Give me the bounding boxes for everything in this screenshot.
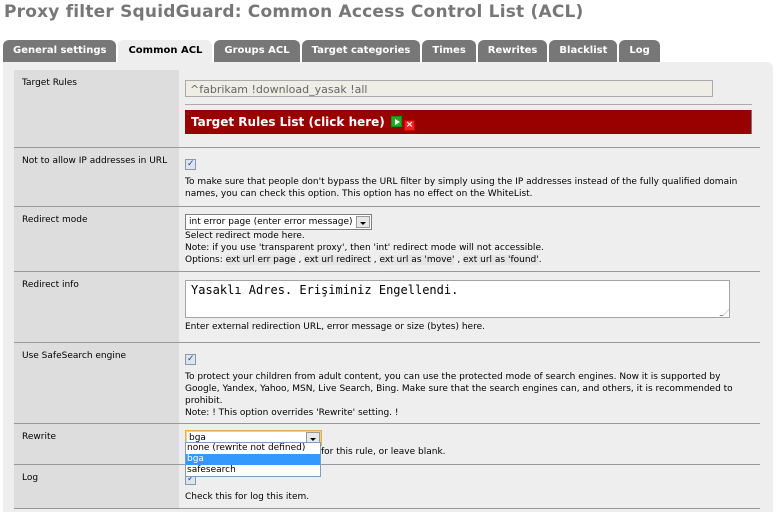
option-ext-url-move: ext url as 'move' (379, 255, 455, 265)
page-title: Proxy filter SquidGuard: Common Access C… (4, 2, 584, 22)
rewrite-label: Rewrite (14, 424, 179, 464)
tab-target-categories[interactable]: Target categories (301, 40, 421, 62)
safesearch-note: Note: ! This option overrides 'Rewrite' … (185, 408, 399, 418)
tab-blacklist[interactable]: Blacklist (549, 40, 618, 62)
rewrite-option-highlighted[interactable]: bga (186, 454, 320, 465)
option-ext-url-err-page: ext url err page (225, 255, 296, 265)
tab-bar: General settings Common ACL Groups ACL T… (3, 40, 662, 62)
rewrite-dropdown-list: none (rewrite not defined) bga safesearc… (185, 442, 321, 477)
row-rewrite: Rewrite bga for this rule, or leave blan… (14, 424, 760, 477)
tab-log[interactable]: Log (619, 40, 660, 62)
redirect-mode-select[interactable]: int error page (enter error message) (185, 214, 372, 230)
options-prefix: Options: (185, 255, 226, 265)
rewrite-option[interactable]: safesearch (186, 465, 320, 476)
row-safesearch: Use SafeSearch engine To protect your ch… (14, 343, 760, 424)
redirect-mode-help-3: Options: ext url err page , ext url redi… (185, 254, 754, 266)
tab-general-settings[interactable]: General settings (3, 40, 117, 62)
redirect-mode-value: int error page (enter error message) (189, 217, 353, 227)
no-ip-label: Not to allow IP addresses in URL (14, 148, 179, 206)
redirect-info-textarea[interactable]: Yasaklı Adres. Erişiminiz Engellendi. (185, 280, 730, 318)
row-target-rules: Target Rules ^fabrikam !download_yasak !… (14, 70, 760, 148)
safesearch-help: To protect your children from adult cont… (185, 372, 733, 406)
redirect-mode-label: Redirect mode (14, 207, 179, 271)
log-help: Check this for log this item. (185, 492, 310, 502)
tab-groups-acl[interactable]: Groups ACL (214, 40, 300, 62)
sep: , (454, 255, 464, 265)
row-no-ip: Not to allow IP addresses in URL To make… (14, 148, 760, 207)
target-rules-input[interactable]: ^fabrikam !download_yasak !all (185, 80, 713, 97)
row-redirect-mode: Redirect mode int error page (enter erro… (14, 207, 760, 272)
red-x-icon[interactable]: × (403, 120, 415, 131)
tab-common-acl[interactable]: Common ACL (118, 40, 213, 62)
tab-rewrites[interactable]: Rewrites (477, 40, 548, 62)
redirect-mode-help-2: Note: if you use 'transparent proxy', th… (185, 243, 544, 253)
target-rules-list-label: Target Rules List (click here) (191, 115, 385, 129)
period: . (538, 255, 542, 265)
log-label: Log (14, 465, 179, 508)
target-rules-list-button[interactable]: Target Rules List (click here) × (185, 110, 752, 134)
option-ext-url-found: ext url as 'found' (463, 255, 539, 265)
safesearch-checkbox[interactable] (185, 353, 196, 365)
divider (185, 104, 752, 105)
tab-times[interactable]: Times (422, 40, 476, 62)
no-ip-checkbox[interactable] (185, 158, 196, 170)
row-redirect-info: Redirect info Yasaklı Adres. Erişiminiz … (14, 272, 760, 343)
row-log: Log Check this for log this item. (14, 465, 760, 509)
rewrite-option[interactable]: none (rewrite not defined) (186, 443, 320, 454)
redirect-info-help: Enter external redirection URL, error me… (185, 322, 485, 332)
green-play-icon[interactable] (390, 116, 402, 127)
safesearch-label: Use SafeSearch engine (14, 343, 179, 423)
redirect-mode-help-1: Select redirect mode here. (185, 231, 305, 241)
sep: , (295, 255, 305, 265)
acl-form: Target Rules ^fabrikam !download_yasak !… (14, 70, 760, 509)
redirect-info-label: Redirect info (14, 272, 179, 342)
option-ext-url-redirect: ext url redirect (304, 255, 371, 265)
chevron-down-icon[interactable] (355, 216, 370, 228)
target-rules-label: Target Rules (14, 70, 179, 147)
no-ip-help: To make sure that people don't bypass th… (185, 177, 738, 199)
